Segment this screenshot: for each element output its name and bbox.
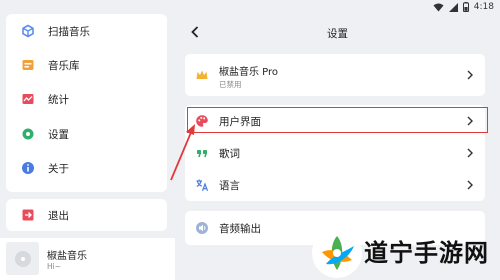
chevron-right-icon bbox=[466, 70, 474, 80]
row-user-interface[interactable]: 用户界面 bbox=[185, 107, 485, 135]
menu-label: 扫描音乐 bbox=[48, 25, 90, 38]
menu-item-settings[interactable]: 设置 bbox=[6, 117, 167, 151]
status-time: 4:18 bbox=[473, 2, 494, 12]
menu-label: 统计 bbox=[48, 93, 69, 106]
crown-icon bbox=[195, 68, 209, 82]
row-label: 语言 bbox=[219, 179, 240, 192]
pro-status: 已禁用 bbox=[219, 80, 242, 89]
info-icon bbox=[21, 161, 35, 175]
chevron-right-icon bbox=[466, 148, 474, 158]
row-label: 用户界面 bbox=[219, 115, 261, 128]
menu-label: 退出 bbox=[48, 209, 69, 222]
pro-row[interactable]: 椒盐音乐 Pro 已禁用 bbox=[185, 54, 485, 96]
menu-item-statistics[interactable]: 统计 bbox=[6, 82, 167, 116]
disc-icon bbox=[14, 250, 31, 267]
menu-item-about[interactable]: 关于 bbox=[6, 151, 167, 185]
player-subtitle: Hi~ bbox=[47, 262, 62, 271]
exit-button[interactable]: 退出 bbox=[6, 199, 167, 231]
chevron-right-icon bbox=[466, 180, 474, 190]
watermark: 道宁手游网 bbox=[302, 224, 500, 280]
speaker-icon bbox=[195, 221, 209, 235]
album-cover bbox=[6, 242, 39, 275]
watermark-text: 道宁手游网 bbox=[364, 239, 489, 267]
library-icon bbox=[21, 58, 35, 72]
player-title: 椒盐音乐 bbox=[47, 251, 87, 262]
battery-icon bbox=[462, 2, 469, 12]
menu-label: 音乐库 bbox=[48, 59, 80, 72]
chevron-right-icon bbox=[466, 116, 474, 126]
translate-icon bbox=[195, 178, 209, 192]
status-bar: 4:18 bbox=[0, 0, 500, 14]
signal-icon bbox=[448, 2, 458, 12]
quote-icon bbox=[195, 146, 209, 160]
palette-icon bbox=[195, 114, 209, 128]
wifi-icon bbox=[433, 3, 444, 12]
navigation-menu: 扫描音乐 音乐库 统计 设置 关于 bbox=[6, 14, 167, 192]
row-lyrics[interactable]: 歌词 bbox=[185, 139, 485, 167]
row-label: 音频输出 bbox=[219, 222, 261, 235]
menu-item-library[interactable]: 音乐库 bbox=[6, 48, 167, 82]
pro-title: 椒盐音乐 Pro bbox=[219, 67, 279, 78]
menu-item-scan-music[interactable]: 扫描音乐 bbox=[6, 14, 167, 48]
pro-card: 椒盐音乐 Pro 已禁用 bbox=[185, 54, 485, 96]
gear-icon bbox=[21, 127, 35, 141]
row-language[interactable]: 语言 bbox=[185, 171, 485, 199]
menu-label: 设置 bbox=[48, 128, 69, 141]
page-title: 设置 bbox=[327, 28, 348, 40]
stats-icon bbox=[21, 92, 35, 106]
menu-label: 关于 bbox=[48, 162, 69, 175]
row-label: 歌词 bbox=[219, 147, 240, 160]
exit-card: 退出 bbox=[6, 199, 167, 231]
scan-icon bbox=[21, 24, 35, 38]
exit-icon bbox=[21, 208, 35, 222]
watermark-logo bbox=[312, 228, 362, 278]
options-card: 用户界面 歌词 语言 bbox=[185, 105, 485, 201]
